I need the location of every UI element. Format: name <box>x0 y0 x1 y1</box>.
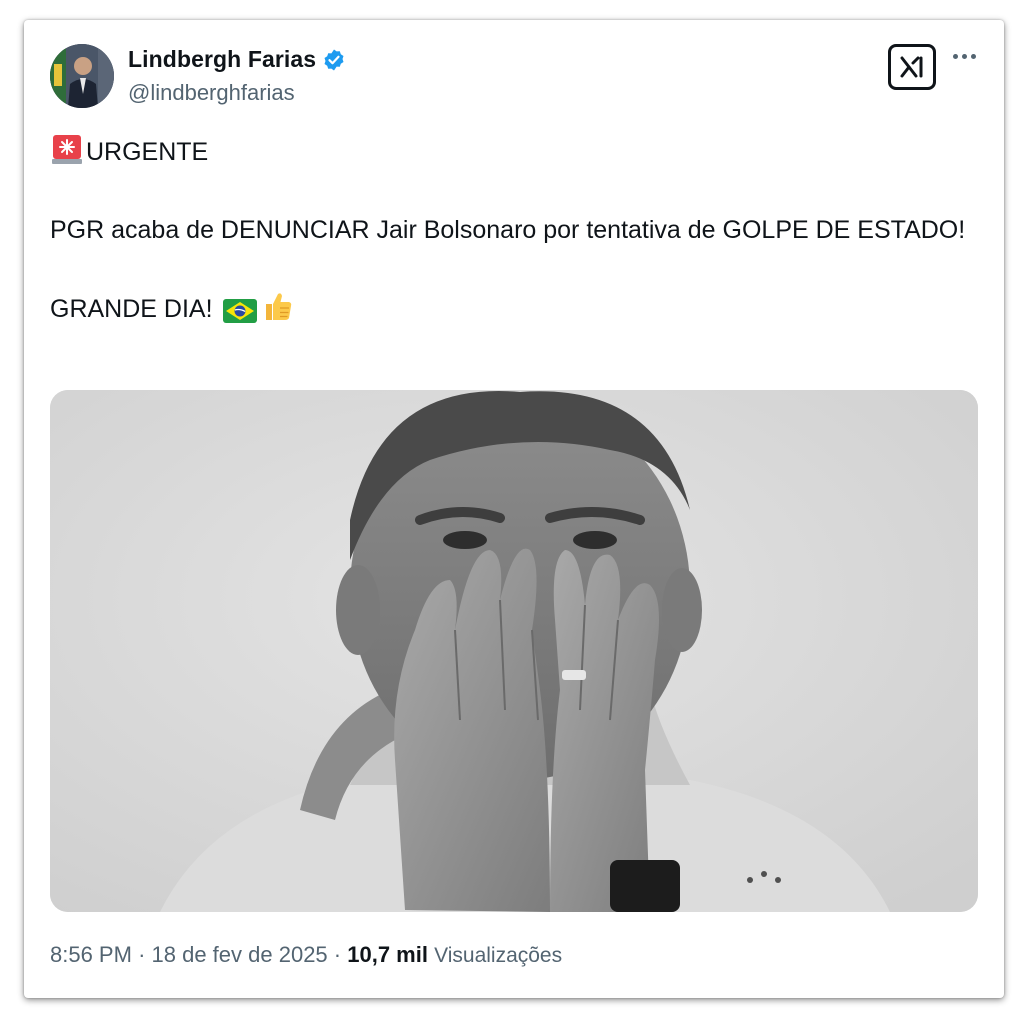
tweet-text: URGENTE PGR acaba de DENUNCIAR Jair Bols… <box>50 132 970 335</box>
tweet-date[interactable]: 18 de fev de 2025 <box>152 942 328 967</box>
thumbs-up-emoji-icon <box>261 289 295 335</box>
tweet-line-3: GRANDE DIA! <box>50 289 970 335</box>
separator: · <box>138 942 146 967</box>
urgent-label: URGENTE <box>86 138 209 166</box>
tweet-line-2: PGR acaba de DENUNCIAR Jair Bolsonaro po… <box>50 216 966 244</box>
tweet-line-1: URGENTE <box>50 132 970 172</box>
x-logo-icon[interactable] <box>888 44 936 90</box>
tweet-footer: 8:56 PM · 18 de fev de 2025 · 10,7 mil V… <box>50 942 562 968</box>
avatar[interactable] <box>50 44 114 108</box>
verified-badge-icon <box>322 48 346 72</box>
tweet-photo[interactable] <box>50 390 978 912</box>
author-name[interactable]: Lindbergh Farias <box>128 46 316 73</box>
separator: · <box>333 942 342 967</box>
views-count: 10,7 mil <box>347 942 428 967</box>
brazil-flag-emoji-icon <box>223 296 258 335</box>
tweet-time[interactable]: 8:56 PM <box>50 942 132 967</box>
author-name-row: Lindbergh Farias <box>128 46 346 73</box>
views-label: Visualizações <box>434 944 563 967</box>
author-handle[interactable]: @lindberghfarias <box>128 80 295 106</box>
more-icon[interactable] <box>953 54 976 59</box>
siren-emoji-icon <box>50 132 84 166</box>
tweet-card: Lindbergh Farias @lindberghfarias URGENT… <box>24 20 1004 998</box>
grande-dia-label: GRANDE DIA! <box>50 295 213 323</box>
